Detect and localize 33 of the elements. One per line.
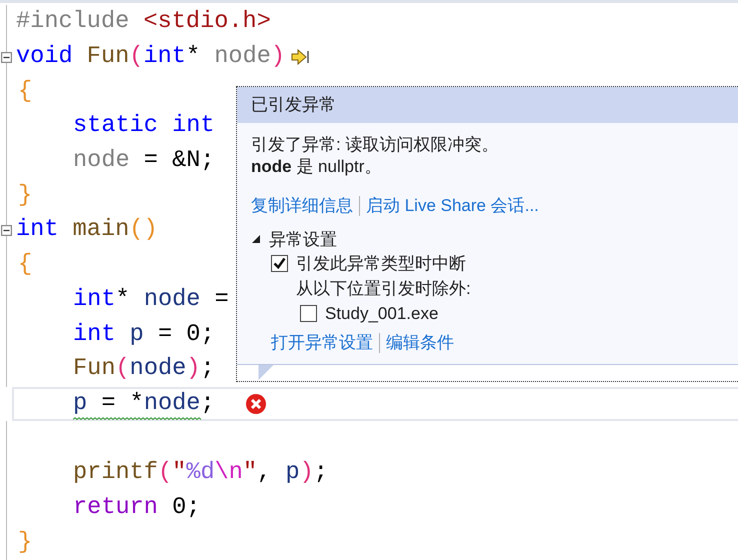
- code-line: static int: [72, 113, 215, 140]
- code-line: int* node =: [72, 286, 229, 313]
- code-line: int main(): [15, 217, 158, 244]
- collapse-icon[interactable]: [1, 52, 12, 63]
- popup-link[interactable]: 启动 Live Share 会话...: [366, 194, 539, 217]
- checkbox-label: Study_001.exe: [325, 304, 438, 324]
- checkbox[interactable]: [300, 305, 317, 322]
- code-line: node = &N;: [72, 148, 215, 174]
- code-line: return 0;: [72, 494, 200, 521]
- code-line: Fun(node);: [72, 356, 215, 382]
- error-icon: [244, 392, 267, 415]
- code-line: p = *node;: [72, 390, 215, 417]
- popup-title: 已引发异常: [237, 87, 738, 123]
- code-line: {: [17, 252, 32, 278]
- popup-link[interactable]: 复制详细信息: [251, 194, 353, 217]
- exception-message: 引发了异常: 读取访问权限冲突。: [251, 134, 500, 156]
- step-arrow-icon: [291, 49, 310, 66]
- code-line: #include <stdio.h>: [15, 9, 271, 36]
- section-heading: 异常设置: [269, 228, 337, 250]
- expand-triangle-icon[interactable]: [251, 234, 261, 244]
- popup-link[interactable]: 编辑条件: [386, 331, 454, 354]
- code-line: {: [17, 78, 32, 105]
- checkbox[interactable]: [271, 255, 288, 272]
- code-line: void Fun(int* node): [15, 44, 286, 70]
- code-line: int p = 0;: [72, 322, 215, 348]
- popup-link[interactable]: 打开异常设置: [271, 331, 373, 354]
- code-line: }: [17, 182, 32, 209]
- code-line: printf("%d\n", p);: [72, 460, 328, 486]
- code-line: }: [17, 530, 32, 556]
- checkbox-label: 引发此异常类型时中断: [296, 253, 466, 275]
- exception-filter-label: 从以下位置引发时除外:: [296, 278, 471, 300]
- exception-message: node 是 nullptr。: [251, 156, 382, 178]
- collapse-icon[interactable]: [1, 225, 12, 236]
